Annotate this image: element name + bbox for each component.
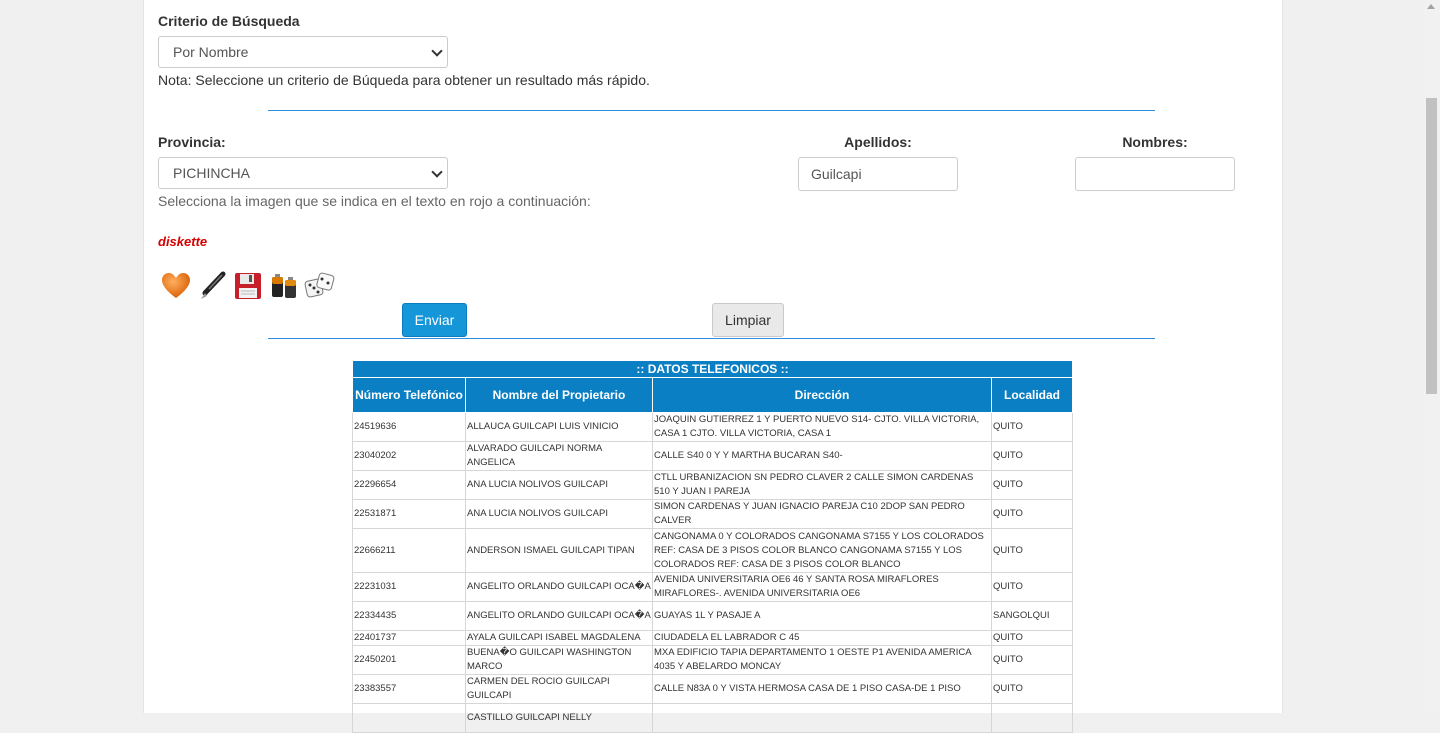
cell-locality: QUITO: [990, 412, 1074, 442]
cell-owner: ANA LUCIA NOLIVOS GUILCAPI: [465, 470, 653, 500]
surnames-label: Apellidos:: [844, 134, 912, 150]
criteria-select[interactable]: Por Nombre: [158, 36, 448, 68]
divider: [268, 338, 1155, 339]
captcha-instruction: Selecciona la imagen que se indica en el…: [158, 193, 591, 209]
table-row: 22231031 ANGELITO ORLANDO GUILCAPI OCA�A A…: [352, 572, 1074, 602]
province-label: Provincia:: [158, 134, 226, 150]
cell-address: AVENIDA UNIVERSITARIA OE6 46 Y SANTA ROS…: [652, 572, 992, 602]
results-caption: :: DATOS TELEFONICOS ::: [351, 360, 1074, 378]
table-row: 22334435 ANGELITO ORLANDO GUILCAPI OCA�A G…: [352, 601, 1074, 631]
cell-locality: QUITO: [990, 630, 1074, 646]
cell-phone: [352, 703, 466, 733]
column-header-locality: Localidad: [990, 377, 1074, 413]
cell-phone: 22334435: [352, 601, 466, 631]
search-note: Nota: Seleccione un criterio de Búqueda …: [158, 72, 650, 88]
chevron-down-icon: [431, 166, 443, 178]
cell-phone: 22666211: [352, 528, 466, 573]
cell-locality: QUITO: [990, 674, 1074, 704]
table-row: CASTILLO GUILCAPI NELLY: [352, 703, 1074, 733]
results-body: 24519636 ALLAUCA GUILCAPI LUIS VINICIO JOA…: [352, 412, 1074, 733]
submit-button[interactable]: Enviar: [402, 303, 467, 337]
column-header-phone: Número Telefónico: [352, 377, 466, 413]
table-row: 22296654 ANA LUCIA NOLIVOS GUILCAPI CTLL U…: [352, 470, 1074, 500]
cell-locality: QUITO: [990, 470, 1074, 500]
scrollbar-thumb[interactable]: [1426, 98, 1437, 394]
cell-address: CTLL URBANIZACION SN PEDRO CLAVER 2 CALL…: [652, 470, 992, 500]
cell-locality: [990, 703, 1074, 733]
table-row: 22666211 ANDERSON ISMAEL GUILCAPI TIPAN CA…: [352, 528, 1074, 573]
column-header-owner: Nombre del Propietario: [465, 377, 653, 413]
cell-owner: ANGELITO ORLANDO GUILCAPI OCA�A: [465, 601, 653, 631]
cell-owner: ALLAUCA GUILCAPI LUIS VINICIO: [465, 412, 653, 442]
dice-icon[interactable]: [304, 270, 336, 302]
cell-phone: 22450201: [352, 645, 466, 675]
diskette-icon[interactable]: [232, 270, 264, 302]
names-label: Nombres:: [1122, 134, 1188, 150]
vertical-scrollbar[interactable]: [1423, 0, 1440, 713]
heart-icon[interactable]: [160, 270, 192, 302]
table-row: 23383557 CARMEN DEL ROCIO GUILCAPI GUILCA…: [352, 674, 1074, 704]
cell-phone: 22296654: [352, 470, 466, 500]
cell-phone: 23383557: [352, 674, 466, 704]
province-select-value: PICHINCHA: [173, 165, 251, 181]
cell-phone: 22231031: [352, 572, 466, 602]
surnames-input[interactable]: Guilcapi: [798, 157, 958, 191]
battery-icon[interactable]: [268, 270, 300, 302]
cell-locality: QUITO: [990, 441, 1074, 471]
cell-address: JOAQUIN GUTIERREZ 1 Y PUERTO NUEVO S14- …: [652, 412, 992, 442]
criteria-select-value: Por Nombre: [173, 44, 249, 60]
cell-owner: CARMEN DEL ROCIO GUILCAPI GUILCAPI: [465, 674, 653, 704]
cell-address: SIMON CARDENAS Y JUAN IGNACIO PAREJA C10…: [652, 499, 992, 529]
cell-owner: AYALA GUILCAPI ISABEL MAGDALENA: [465, 630, 653, 646]
clear-button[interactable]: Limpiar: [712, 303, 784, 337]
cell-address: CIUDADELA EL LABRADOR C 45: [652, 630, 992, 646]
chevron-down-icon: [431, 45, 443, 57]
province-select[interactable]: PICHINCHA: [158, 157, 448, 189]
cell-locality: QUITO: [990, 572, 1074, 602]
cell-owner: ANGELITO ORLANDO GUILCAPI OCA�A: [465, 572, 653, 602]
scroll-up-icon[interactable]: [1427, 4, 1435, 9]
cell-owner: BUENA�O GUILCAPI WASHINGTON MARCO: [465, 645, 653, 675]
pen-icon[interactable]: [196, 270, 228, 302]
cell-locality: SANGOLQUI: [990, 601, 1074, 631]
table-row: 23040202 ALVARADO GUILCAPI NORMA ANGELICA…: [352, 441, 1074, 471]
cell-owner: CASTILLO GUILCAPI NELLY: [465, 703, 653, 733]
results-table: :: DATOS TELEFONICOS :: Número Telefónic…: [351, 360, 1074, 733]
cell-owner: ANA LUCIA NOLIVOS GUILCAPI: [465, 499, 653, 529]
table-row: 22401737 AYALA GUILCAPI ISABEL MAGDALENA C…: [352, 630, 1074, 646]
cell-address: CANGONAMA 0 Y COLORADOS CANGONAMA S7155 …: [652, 528, 992, 573]
cell-address: GUAYAS 1L Y PASAJE A: [652, 601, 992, 631]
names-input[interactable]: [1075, 157, 1235, 191]
table-row: 22450201 BUENA�O GUILCAPI WASHINGTON MARC…: [352, 645, 1074, 675]
cell-owner: ANDERSON ISMAEL GUILCAPI TIPAN: [465, 528, 653, 573]
divider: [268, 110, 1155, 111]
cell-owner: ALVARADO GUILCAPI NORMA ANGELICA: [465, 441, 653, 471]
table-row: 22531871 ANA LUCIA NOLIVOS GUILCAPI SIMON …: [352, 499, 1074, 529]
cell-address: CALLE N83A 0 Y VISTA HERMOSA CASA DE 1 P…: [652, 674, 992, 704]
criteria-label: Criterio de Búsqueda: [158, 13, 300, 29]
captcha-target-word: diskette: [158, 234, 208, 249]
cell-phone: 22531871: [352, 499, 466, 529]
cell-address: CALLE S40 0 Y Y MARTHA BUCARAN S40-: [652, 441, 992, 471]
cell-locality: QUITO: [990, 528, 1074, 573]
cell-address: MXA EDIFICIO TAPIA DEPARTAMENTO 1 OESTE …: [652, 645, 992, 675]
table-row: 24519636 ALLAUCA GUILCAPI LUIS VINICIO JOA…: [352, 412, 1074, 442]
cell-locality: QUITO: [990, 645, 1074, 675]
cell-phone: 22401737: [352, 630, 466, 646]
cell-locality: QUITO: [990, 499, 1074, 529]
cell-phone: 24519636: [352, 412, 466, 442]
cell-address: [652, 703, 992, 733]
cell-phone: 23040202: [352, 441, 466, 471]
column-header-address: Dirección: [652, 377, 992, 413]
